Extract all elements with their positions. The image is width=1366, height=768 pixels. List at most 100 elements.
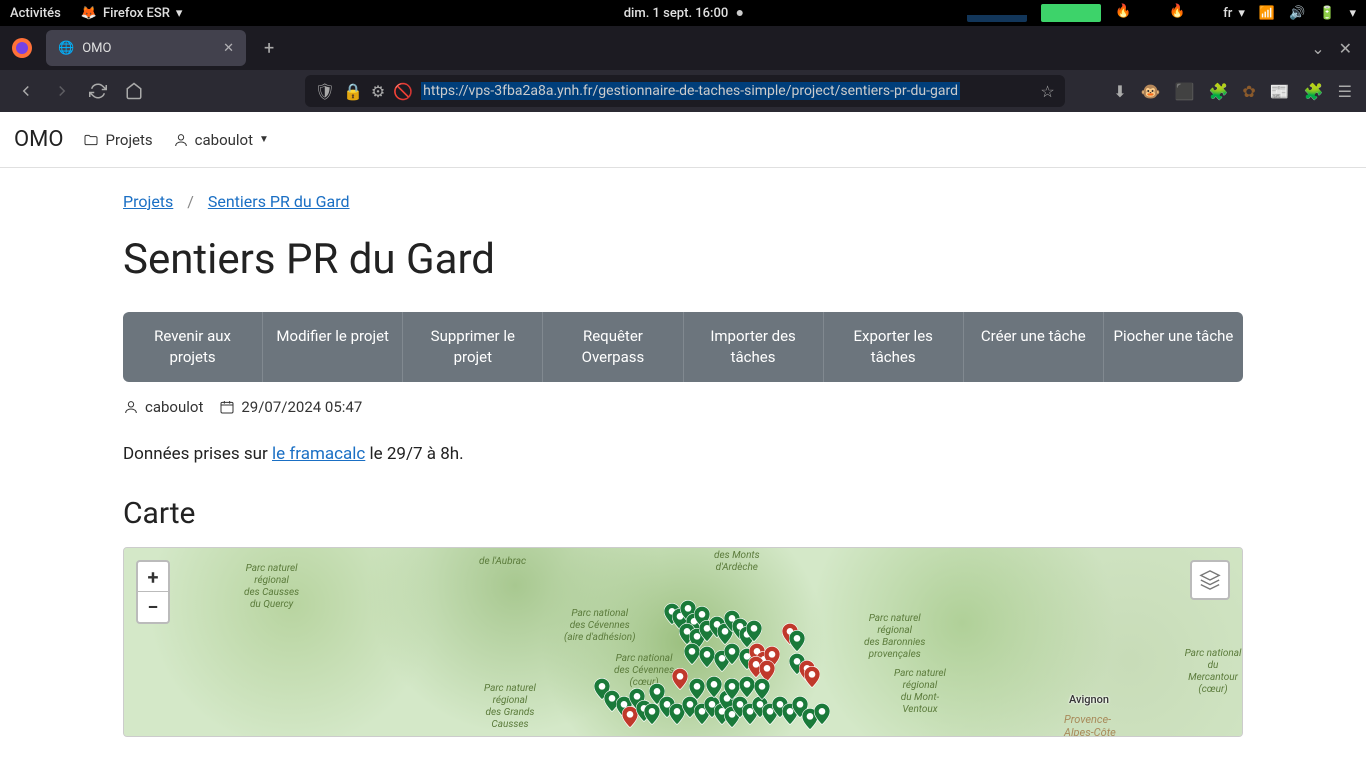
map-marker[interactable] [684,643,700,665]
firefox-logo-icon: 🦊 [81,6,97,21]
map-marker[interactable] [739,676,755,698]
gnome-active-app-label: Firefox ESR [103,6,170,21]
map-marker[interactable] [672,668,688,690]
action-query-overpass[interactable]: Requêter Overpass [543,312,683,382]
temp-graph-icon[interactable]: 🔥 [1115,4,1155,22]
action-pick-task[interactable]: Piocher une tâche [1104,312,1243,382]
reload-button[interactable] [82,75,114,107]
map-container[interactable]: Parc naturelrégionaldes Caussesdu Quercy… [123,547,1243,737]
url-bar[interactable]: 🛡 🔒 ⚙ 🚫 https://vps-3fba2a8a.ynh.fr/gest… [305,75,1065,107]
back-button[interactable] [10,75,42,107]
ublock-icon[interactable]: ⬛ [1175,82,1195,101]
action-delete-project[interactable]: Supprimer le projet [403,312,543,382]
menu-icon[interactable]: ☰ [1338,82,1352,101]
no-tracking-icon[interactable]: 🚫 [393,82,413,101]
map-zoom-out[interactable]: − [138,592,168,622]
keyboard-layout-label: fr [1223,6,1232,21]
person-icon [123,399,139,415]
map-marker[interactable] [724,678,740,700]
action-create-task[interactable]: Créer une tâche [964,312,1104,382]
battery-icon[interactable]: 🔋 [1319,6,1335,21]
bookmark-star-icon[interactable]: ☆ [1040,82,1054,101]
map-marker[interactable] [724,643,740,665]
all-tabs-chevron-icon[interactable]: ⌄ [1311,39,1324,58]
meta-date-label: 29/07/2024 05:47 [241,398,362,416]
map-region-label: des Montsd'Ardèche [714,550,760,574]
window-close-icon[interactable]: ✕ [1339,39,1352,58]
map-layers-button[interactable] [1190,560,1230,600]
home-button[interactable] [118,75,150,107]
map-zoom-control: + − [136,560,170,624]
map-marker[interactable] [789,630,805,652]
notification-dot-icon [736,10,742,16]
map-heading: Carte [123,496,1243,531]
wifi-icon[interactable]: 📶 [1259,6,1275,21]
nav-user-menu[interactable]: caboulot ▼ [173,131,269,149]
map-marker[interactable] [814,703,830,725]
nav-user-label: caboulot [195,131,253,149]
map-marker[interactable] [804,666,820,688]
volume-icon[interactable]: 🔊 [1289,6,1305,21]
globe-icon: 🌐 [58,41,74,56]
action-export-tasks[interactable]: Exporter les tâches [824,312,964,382]
page-title: Sentiers PR du Gard [123,235,1243,284]
forward-button [46,75,78,107]
nav-projects[interactable]: Projets [83,131,152,149]
project-meta: caboulot 29/07/2024 05:47 [123,398,1243,416]
breadcrumb-current[interactable]: Sentiers PR du Gard [208,192,350,211]
firefox-tab-bar: 🌐 OMO ✕ + ⌄ ✕ [0,26,1366,70]
map-marker[interactable] [754,678,770,700]
action-edit-project[interactable]: Modifier le projet [263,312,403,382]
gnome-clock[interactable]: dim. 1 sept. 16:00 [624,6,729,21]
ext-icon-3[interactable]: ✿ [1242,82,1255,101]
gnome-activities[interactable]: Activités [10,6,61,21]
breadcrumb: Projets / Sentiers PR du Gard [123,192,1243,211]
map-region-label: Parc nationaldes Cévennes(aire d'adhésio… [564,608,636,644]
action-bar: Revenir aux projets Modifier le projet S… [123,312,1243,382]
keyboard-layout[interactable]: fr ▾ [1223,6,1245,21]
calendar-icon [219,399,235,415]
lock-icon[interactable]: 🔒 [343,82,363,101]
permissions-icon[interactable]: ⚙ [371,82,385,101]
extensions-icon[interactable]: 🧩 [1304,82,1324,101]
temp-graph-icon-2[interactable]: 🔥 [1169,4,1209,22]
close-tab-icon[interactable]: ✕ [223,41,234,56]
map-zoom-in[interactable]: + [138,562,168,592]
ext-icon-1[interactable]: 🐵 [1141,82,1161,101]
project-description: Données prises sur le framacalc le 29/7 … [123,444,1243,464]
chevron-down-icon: ▼ [259,134,269,145]
map-marker[interactable] [699,646,715,668]
gnome-active-app[interactable]: 🦊 Firefox ESR ▾ [81,6,183,21]
map-region-label: Provence-Alpes-Côted'Azur [1064,713,1116,737]
browser-tab[interactable]: 🌐 OMO ✕ [46,30,246,66]
folder-icon [83,132,99,148]
map-marker[interactable] [706,676,722,698]
map-marker[interactable] [689,678,705,700]
desc-suffix: le 29/7 à 8h. [365,444,463,464]
action-import-tasks[interactable]: Importer des tâches [684,312,824,382]
gnome-top-bar: Activités 🦊 Firefox ESR ▾ dim. 1 sept. 1… [0,0,1366,26]
pocket-icon[interactable]: ⬇ [1113,82,1126,101]
page-viewport: OMO Projets caboulot ▼ Projets / Sentier… [0,112,1366,768]
desc-prefix: Données prises sur [123,444,272,464]
url-text: https://vps-3fba2a8a.ynh.fr/gestionnaire… [421,82,960,100]
meta-date: 29/07/2024 05:47 [219,398,362,416]
map-region-label: de l'Aubrac [479,556,526,568]
map-region-label: Parc naturelrégionaldes Baronniesprovenç… [864,613,925,661]
map-marker[interactable] [746,620,762,642]
app-brand[interactable]: OMO [14,127,63,152]
shield-icon[interactable]: 🛡 [315,82,335,101]
breadcrumb-projects[interactable]: Projets [123,192,173,211]
action-back-to-projects[interactable]: Revenir aux projets [123,312,263,382]
map-region-label: Parc naturelrégionaldes GrandsCausses [484,683,536,731]
new-tab-button[interactable]: + [256,34,282,63]
cpu-graph-icon[interactable] [967,4,1027,22]
framacalc-link[interactable]: le framacalc [272,444,365,464]
firefox-icon[interactable] [4,30,40,66]
map-marker[interactable] [644,703,660,725]
ext-icon-2[interactable]: 🧩 [1208,82,1228,101]
reader-icon[interactable]: 📰 [1270,82,1290,101]
person-icon [173,132,189,148]
system-menu-chevron-icon[interactable]: ▾ [1349,6,1356,21]
memory-graph-icon[interactable] [1041,4,1101,22]
